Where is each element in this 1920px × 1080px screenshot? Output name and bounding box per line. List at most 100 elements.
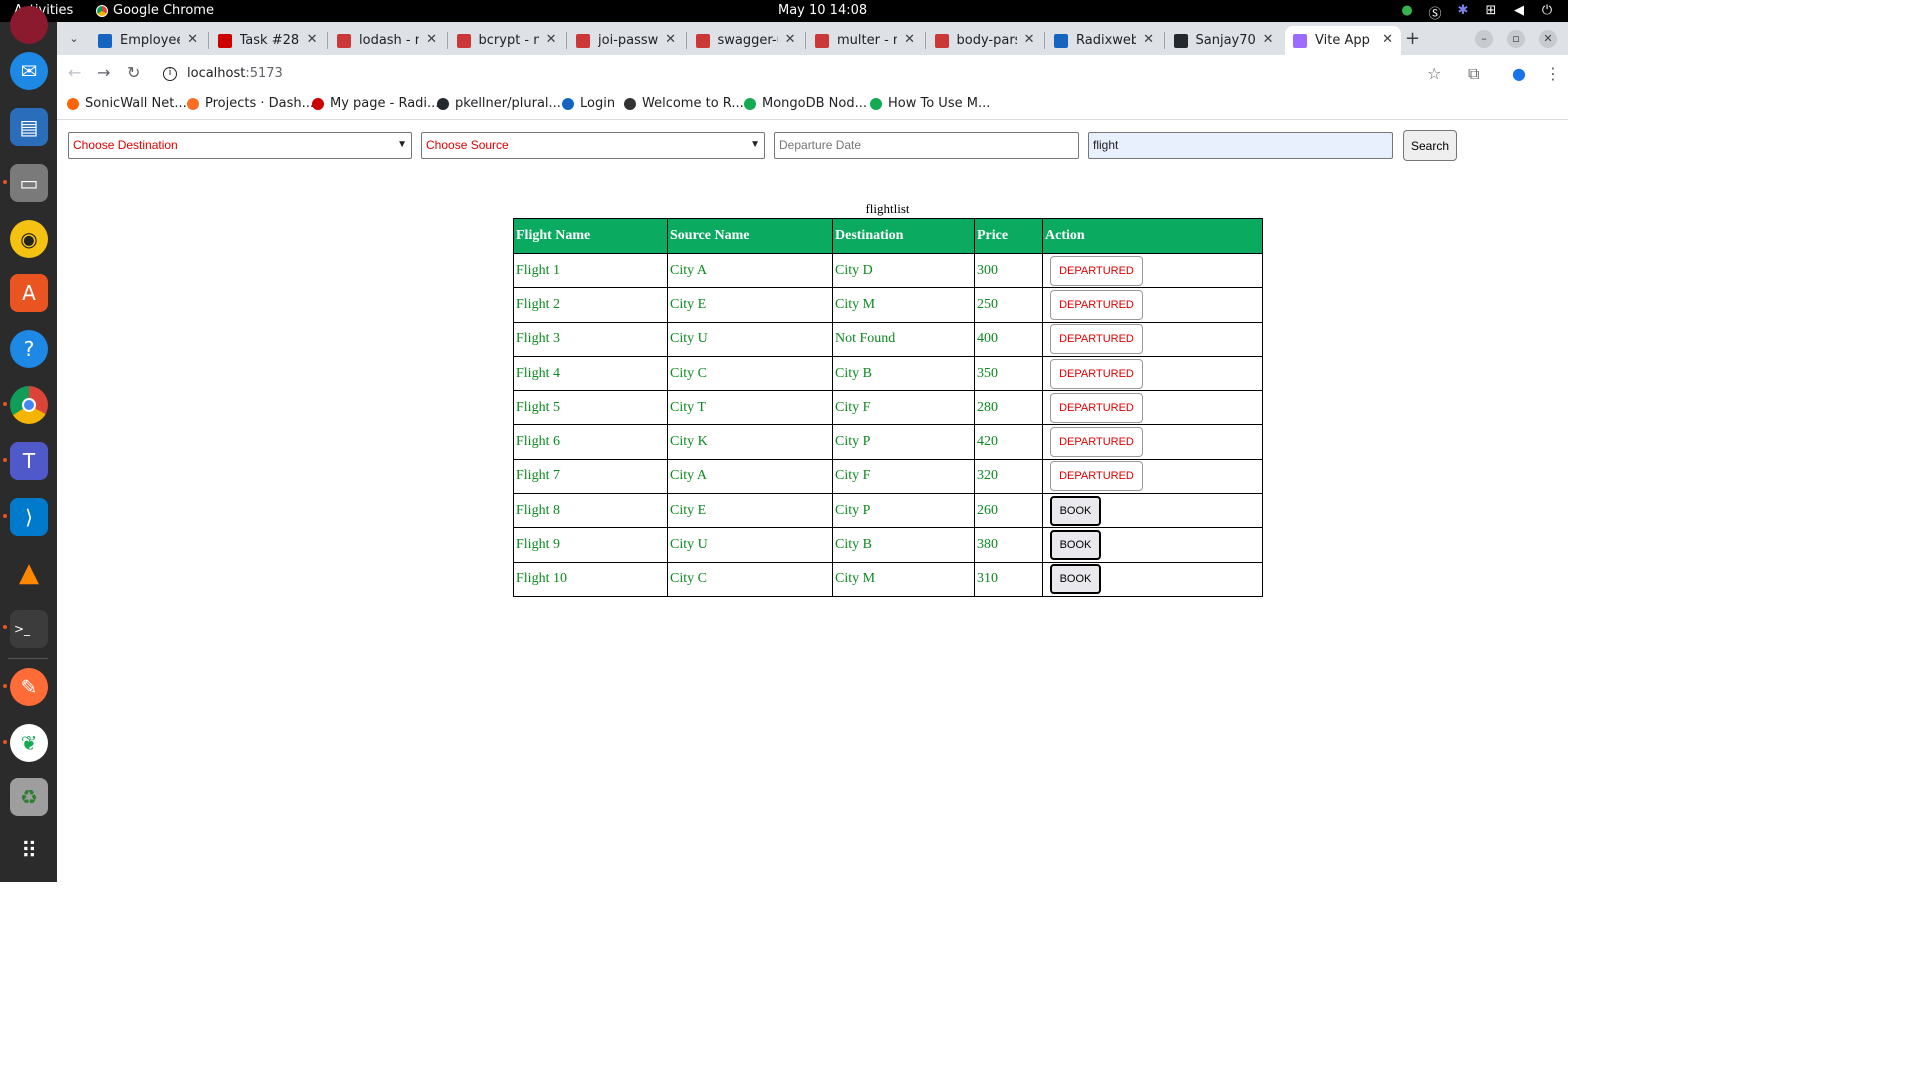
network-icon[interactable]: ⊞ (1484, 3, 1498, 22)
tab-5[interactable]: swagger-u ✕ (688, 26, 804, 55)
destination-cell: City F (832, 458, 975, 495)
system-tray[interactable]: ● Ⓢ ✱ ⊞ ◀ ⏻ (1400, 3, 1554, 22)
tab-close-icon[interactable]: ✕ (307, 32, 318, 47)
tab-7[interactable]: body-parse ✕ (927, 26, 1043, 55)
destination-select[interactable]: Choose Destination ▼ (68, 132, 412, 159)
departured-button[interactable]: DEPARTURED (1050, 392, 1143, 423)
bookmark-item[interactable]: SonicWall Net... (67, 96, 187, 111)
bookmark-item[interactable]: Welcome to R... (624, 96, 744, 111)
vscode-icon[interactable]: ⟩ (10, 498, 48, 536)
search-input[interactable]: flight (1088, 132, 1393, 159)
bookmark-item[interactable]: Login (562, 96, 615, 111)
teams-tray-icon[interactable]: ✱ (1456, 3, 1470, 22)
status-icon[interactable]: ● (1400, 3, 1414, 22)
tab-search-icon[interactable]: ⌄ (65, 30, 83, 48)
table-row: Flight 4 City C City B 350 DEPARTURED (513, 355, 1263, 392)
clock[interactable]: May 10 14:08 (778, 3, 867, 18)
tab-separator (207, 32, 209, 49)
tab-2[interactable]: lodash - np ✕ (329, 26, 445, 55)
browser-toolbar: ← → ↻ i localhost :5173 ☆ ⧉ ● ⋮ (57, 55, 1568, 92)
bookmark-item[interactable]: How To Use M... (870, 96, 990, 111)
search-button[interactable]: Search (1403, 130, 1457, 161)
departured-button[interactable]: DEPARTURED (1050, 461, 1143, 492)
departured-button[interactable]: DEPARTURED (1050, 255, 1143, 286)
source-select[interactable]: Choose Source ▼ (421, 132, 765, 159)
tab-separator (685, 32, 687, 49)
terminal-icon[interactable]: >_ (10, 610, 48, 648)
tab-close-icon[interactable]: ✕ (546, 32, 557, 47)
tab-0[interactable]: Employee L ✕ (90, 26, 206, 55)
tab-close-icon[interactable]: ✕ (187, 32, 198, 47)
tab-separator (924, 32, 926, 49)
tab-close-icon[interactable]: ✕ (785, 32, 796, 47)
departured-button[interactable]: DEPARTURED (1050, 324, 1143, 355)
tab-1[interactable]: Task #2852 ✕ (210, 26, 326, 55)
files-icon[interactable]: ▭ (10, 164, 48, 202)
book-button[interactable]: BOOK (1050, 530, 1101, 561)
show-apps-icon[interactable]: ⠿ (10, 832, 48, 870)
reload-icon[interactable]: ↻ (127, 63, 140, 82)
profile-icon[interactable]: ● (1512, 64, 1526, 83)
thunderbird-icon[interactable]: ✉ (10, 52, 48, 90)
focused-app-menu[interactable]: Google Chrome (96, 3, 214, 18)
tab-8[interactable]: Radixweb ✕ (1046, 26, 1162, 55)
tab-title: Employee L (120, 33, 180, 48)
menu-icon[interactable]: ⋮ (1545, 64, 1561, 83)
tab-close-icon[interactable]: ✕ (1382, 32, 1393, 47)
header-destination: Destination (832, 218, 975, 254)
tab-favicon-icon (217, 33, 232, 48)
close-window-icon[interactable]: ✕ (1539, 30, 1557, 48)
bookmark-item[interactable]: pkellner/plural... (437, 96, 561, 111)
tab-4[interactable]: joi-passwo ✕ (568, 26, 684, 55)
minimize-icon[interactable]: – (1475, 30, 1493, 48)
address-bar[interactable]: i localhost :5173 (151, 59, 1451, 88)
book-button[interactable]: BOOK (1050, 564, 1101, 595)
bookmark-star-icon[interactable]: ☆ (1427, 64, 1441, 83)
postman-icon[interactable]: ✎ (10, 668, 48, 706)
restore-icon[interactable]: ▫ (1507, 30, 1525, 48)
site-info-icon[interactable]: i (163, 66, 177, 81)
back-icon[interactable]: ← (68, 63, 81, 82)
table-caption: flightlist (865, 201, 910, 216)
bookmark-item[interactable]: MongoDB Nod... (744, 96, 867, 111)
rhythmbox-icon[interactable]: ◉ (10, 220, 48, 258)
tab-9[interactable]: Sanjay702 ✕ (1166, 26, 1282, 55)
tab-3[interactable]: bcrypt - np ✕ (449, 26, 565, 55)
power-icon[interactable]: ⏻ (1540, 3, 1554, 22)
tab-close-icon[interactable]: ✕ (1263, 32, 1274, 47)
flight-name-cell: Flight 9 (513, 527, 668, 563)
bookmark-favicon-icon (437, 97, 449, 110)
new-tab-icon[interactable]: + (1405, 28, 1420, 49)
app-center-icon[interactable]: A (10, 274, 48, 312)
tab-close-icon[interactable]: ✕ (665, 32, 676, 47)
destination-select-value: Choose Destination (73, 138, 178, 152)
help-icon[interactable]: ? (10, 330, 48, 368)
tab-6[interactable]: multer - np ✕ (807, 26, 923, 55)
skype-icon[interactable]: Ⓢ (1428, 3, 1442, 22)
tab-10[interactable]: Vite App ✕ (1285, 26, 1401, 55)
departured-button[interactable]: DEPARTURED (1050, 289, 1143, 320)
departured-button[interactable]: DEPARTURED (1050, 358, 1143, 389)
tab-close-icon[interactable]: ✕ (426, 32, 437, 47)
mongodb-compass-icon[interactable]: ❦ (10, 724, 48, 762)
tab-favicon-icon (695, 33, 710, 48)
libreoffice-writer-icon[interactable]: ▤ (10, 108, 48, 146)
tab-close-icon[interactable]: ✕ (1143, 32, 1154, 47)
extensions-icon[interactable]: ⧉ (1468, 64, 1479, 84)
chrome-dock-icon[interactable] (10, 386, 48, 424)
teams-icon[interactable]: T (10, 442, 48, 480)
forward-icon[interactable]: → (97, 63, 110, 82)
bookmark-item[interactable]: My page - Radi... (312, 96, 439, 111)
book-button[interactable]: BOOK (1050, 495, 1101, 526)
departured-button[interactable]: DEPARTURED (1050, 427, 1143, 458)
partial-app-icon[interactable] (10, 6, 48, 44)
tab-close-icon[interactable]: ✕ (904, 32, 915, 47)
vlc-icon[interactable]: ▲ (10, 554, 48, 592)
trash-icon[interactable]: ♻ (10, 778, 48, 816)
action-cell: DEPARTURED (1042, 252, 1263, 289)
volume-icon[interactable]: ◀ (1512, 3, 1526, 22)
tab-title: multer - np (837, 33, 897, 48)
departure-date-input[interactable]: Departure Date (774, 132, 1079, 159)
tab-close-icon[interactable]: ✕ (1024, 32, 1035, 47)
bookmark-item[interactable]: Projects · Dash... (187, 96, 314, 111)
